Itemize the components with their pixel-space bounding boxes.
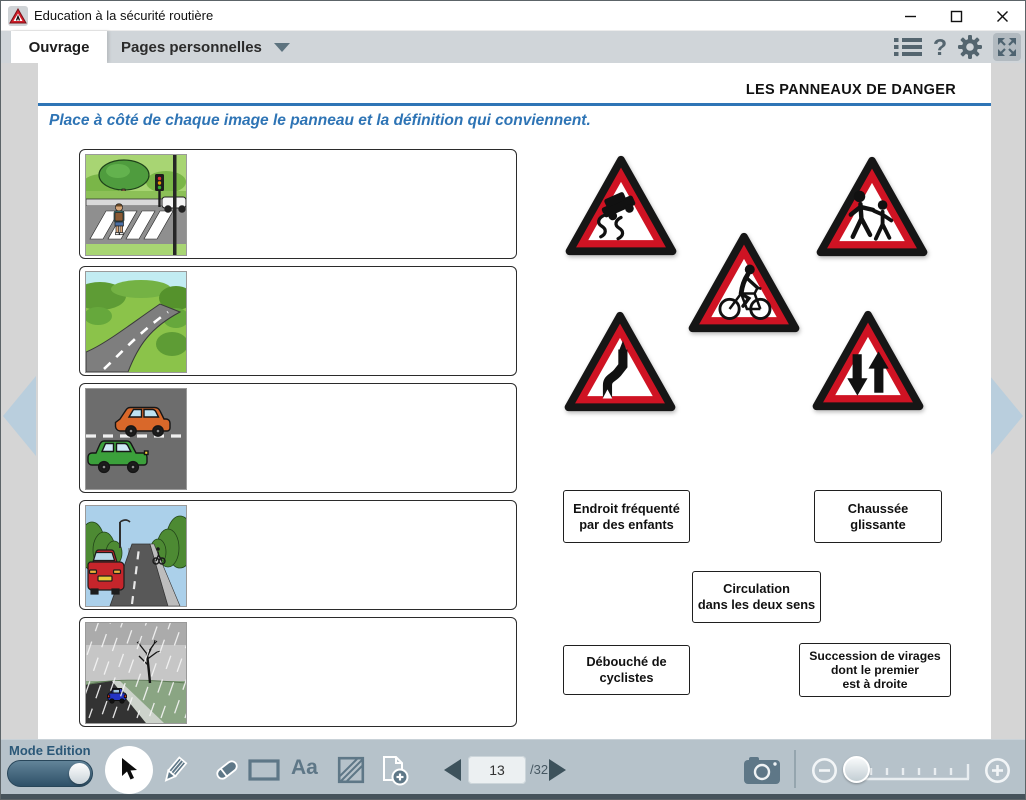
- drop-box-winding-road[interactable]: [79, 266, 517, 376]
- definition-children[interactable]: Endroit fréquenté par des enfants: [563, 490, 690, 543]
- ruler-icon: [853, 760, 973, 784]
- toggle-knob: [69, 763, 90, 784]
- double-bend-sign-icon[interactable]: [562, 309, 678, 418]
- help-icon[interactable]: ?: [933, 36, 947, 59]
- two-cars-scene-icon: [85, 388, 187, 490]
- page-title: LES PANNEAUX DE DANGER: [746, 82, 956, 98]
- window-title: Education à la sécurité routière: [34, 1, 213, 31]
- pencil-icon: [158, 754, 190, 786]
- header-divider: [38, 103, 991, 106]
- drop-box-avenue[interactable]: [79, 500, 517, 610]
- mode-edition-label: Mode Edition: [9, 743, 91, 758]
- chevron-down-icon: [274, 43, 290, 52]
- hatch-square-icon: [337, 756, 365, 784]
- definition-bends[interactable]: Succession de virages dont le premier es…: [799, 643, 951, 697]
- rectangle-icon: [247, 757, 281, 783]
- text-tool-button[interactable]: Aa: [291, 756, 318, 780]
- main-area: LES PANNEAUX DE DANGER Place à côté de c…: [1, 63, 1025, 741]
- drop-box-crossing[interactable]: [79, 149, 517, 259]
- toolbar-bottom-edge: [1, 794, 1025, 799]
- instruction-text: Place à côté de chaque image le panneau …: [49, 112, 591, 130]
- slippery-road-sign-icon[interactable]: [563, 153, 679, 262]
- maximize-button[interactable]: [933, 1, 979, 31]
- tab-ouvrage[interactable]: Ouvrage: [11, 31, 107, 63]
- fill-pattern-tool-button[interactable]: [337, 756, 365, 789]
- app-window: Education à la sécurité routière Ouvrage…: [0, 0, 1026, 800]
- avenue-cyclist-scene-icon: [85, 505, 187, 607]
- minimize-button[interactable]: [887, 1, 933, 31]
- drop-box-rain[interactable]: [79, 617, 517, 727]
- title-bar: Education à la sécurité routière: [1, 1, 1025, 31]
- winding-road-scene-icon: [85, 271, 187, 373]
- cyclists-sign-icon[interactable]: [686, 230, 802, 339]
- two-way-traffic-sign-icon[interactable]: [810, 308, 926, 417]
- rectangle-tool-button[interactable]: [247, 757, 281, 788]
- tab-bar: Ouvrage Pages personnelles ?: [1, 31, 1025, 63]
- contents-list-icon[interactable]: [893, 35, 923, 59]
- camera-icon: [743, 754, 781, 786]
- cursor-icon: [118, 757, 140, 783]
- drop-box-two-way[interactable]: [79, 383, 517, 493]
- eraser-icon: [211, 754, 243, 786]
- app-logo-icon: [8, 6, 28, 31]
- pencil-tool-button[interactable]: [158, 754, 190, 791]
- zoom-slider-handle[interactable]: [843, 756, 870, 783]
- definition-slippery[interactable]: Chaussée glissante: [814, 490, 942, 543]
- children-sign-icon[interactable]: [814, 154, 930, 263]
- close-button[interactable]: [979, 1, 1025, 31]
- mode-edition-toggle[interactable]: [7, 760, 93, 787]
- eraser-tool-button[interactable]: [211, 754, 243, 791]
- zoom-in-button[interactable]: [984, 757, 1011, 789]
- snapshot-button[interactable]: [743, 754, 781, 791]
- add-page-button[interactable]: [377, 754, 409, 791]
- pedestrian-crossing-scene-icon: [85, 154, 187, 256]
- zoom-out-icon: [811, 757, 838, 784]
- page-number-input[interactable]: 13: [468, 756, 526, 784]
- definition-two-way[interactable]: Circulation dans les deux sens: [692, 571, 821, 623]
- select-tool-button[interactable]: [105, 746, 153, 794]
- next-page-button[interactable]: [549, 759, 566, 781]
- tab-pages-personnelles[interactable]: Pages personnelles: [107, 31, 304, 63]
- zoom-out-button[interactable]: [811, 757, 838, 789]
- page-total-label: /32: [530, 756, 548, 784]
- bottom-toolbar: Mode Edition: [1, 739, 1025, 799]
- fullscreen-icon[interactable]: [993, 33, 1021, 61]
- toolbar-divider: [794, 750, 796, 788]
- next-page-arrow[interactable]: [990, 376, 1023, 456]
- gear-icon[interactable]: [957, 34, 983, 60]
- add-page-icon: [377, 754, 409, 786]
- previous-page-button[interactable]: [444, 759, 461, 781]
- zoom-in-icon: [984, 757, 1011, 784]
- zoom-scale-ruler: [853, 760, 973, 789]
- rain-scene-icon: [85, 622, 187, 724]
- previous-page-arrow[interactable]: [3, 376, 36, 456]
- book-page: LES PANNEAUX DE DANGER Place à côté de c…: [38, 63, 991, 741]
- definition-cyclists[interactable]: Débouché de cyclistes: [563, 645, 690, 695]
